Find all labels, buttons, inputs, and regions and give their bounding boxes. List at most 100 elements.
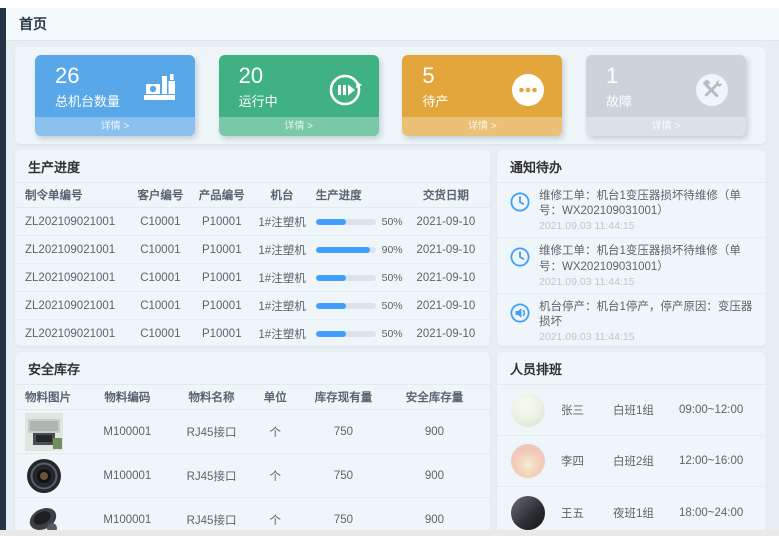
progress-bar xyxy=(316,275,376,281)
delivery-date: 2021-09-10 xyxy=(412,300,480,312)
product-no: P10001 xyxy=(191,272,252,284)
product-no: P10001 xyxy=(191,300,252,312)
production-row: ZL202109021001 C10001 P10001 1#注塑机 90% 2… xyxy=(15,236,490,264)
notification-time: 2021.09.03 11:44:15 xyxy=(539,276,756,288)
shift-name: 白班2组 xyxy=(613,453,679,469)
stat-card-content: 20 运行中 xyxy=(219,55,379,113)
stat-card-running[interactable]: 20 运行中 详情 > xyxy=(219,55,379,136)
notification-body: 维修工单：机台1变压器损坏待维修（单号：WX202109031001） 2021… xyxy=(539,189,756,232)
stat-label: 故障 xyxy=(606,91,632,110)
horizontal-scrollbar[interactable] xyxy=(0,530,779,536)
rj45-connector-image xyxy=(25,413,84,451)
tools-icon xyxy=(694,72,730,113)
inventory-row: M100001 RJ45接口 个 750 900 xyxy=(15,454,490,498)
notification-text: 机台停产：机台1停产，停产原因：变压器损坏 xyxy=(539,300,756,330)
stat-card-total-machines[interactable]: 26 总机台数量 详情 > xyxy=(35,55,195,136)
production-row: ZL202109021001 C10001 P10001 1#注塑机 50% 2… xyxy=(15,320,490,346)
notification-time: 2021.09.03 11:44:15 xyxy=(539,220,756,232)
notification-text: 维修工单：机台1变压器损坏待维修（单号：WX202109031001） xyxy=(539,244,756,274)
stat-value: 1 xyxy=(606,64,632,88)
progress-percent: 50% xyxy=(382,216,403,228)
column-header: 生产进度 xyxy=(312,187,412,203)
stock-quantity: 750 xyxy=(298,426,389,438)
material-name: RJ45接口 xyxy=(171,512,253,528)
machine-name: 1#注塑机 xyxy=(252,242,311,258)
stats-panel: 26 总机台数量 详情 > xyxy=(15,47,766,144)
detail-link[interactable]: 详情 > xyxy=(35,117,195,136)
customer-no: C10001 xyxy=(130,300,191,312)
shift-name: 白班1组 xyxy=(613,402,679,418)
notification-body: 机台停产：机台1停产，停产原因：变压器损坏 2021.09.03 11:44:1… xyxy=(539,300,756,343)
stat-card-content: 26 总机台数量 xyxy=(35,55,195,110)
column-header: 物料图片 xyxy=(25,389,84,405)
employee-name: 李四 xyxy=(561,453,613,469)
stat-card-fault[interactable]: 1 故障 详情 > xyxy=(586,55,746,136)
progress-bar xyxy=(316,247,376,253)
progress-bar xyxy=(316,331,376,337)
progress-cell: 50% xyxy=(312,216,412,228)
column-header: 安全库存量 xyxy=(389,389,480,405)
progress-percent: 90% xyxy=(382,244,403,256)
notifications-panel: 通知待办 维修工单：机台1变压器损坏待维修（单号：WX202109031001）… xyxy=(497,150,766,346)
notification-time: 2021.09.03 11:44:15 xyxy=(539,331,756,343)
machine-name: 1#注塑机 xyxy=(252,214,311,230)
machine-icon xyxy=(143,72,179,110)
product-no: P10001 xyxy=(191,328,252,340)
top-strip xyxy=(0,0,779,8)
product-no: P10001 xyxy=(191,244,252,256)
stock-quantity: 750 xyxy=(298,470,389,482)
stat-card-content: 5 待产 xyxy=(402,55,562,113)
column-header: 物料编码 xyxy=(84,389,170,405)
detail-link[interactable]: 详情 > xyxy=(402,117,562,136)
detail-link[interactable]: 详情 > xyxy=(219,117,379,136)
notification-item[interactable]: 维修工单：机台1变压器损坏待维修（单号：WX202109031001） 2021… xyxy=(497,238,766,293)
customer-no: C10001 xyxy=(130,272,191,284)
customer-no: C10001 xyxy=(130,328,191,340)
speaker-front-image xyxy=(25,457,84,495)
stat-label: 运行中 xyxy=(239,91,278,110)
material-code: M100001 xyxy=(84,514,170,526)
delivery-date: 2021-09-10 xyxy=(412,328,480,340)
employee-name: 王五 xyxy=(561,505,613,521)
page-header: 首页 xyxy=(6,8,779,41)
shift-time: 09:00~12:00 xyxy=(679,404,752,416)
order-no: ZL202109021001 xyxy=(25,328,130,340)
notification-item[interactable]: 机台停产：机台1停产，停产原因：变压器损坏 2021.09.03 11:44:1… xyxy=(497,294,766,346)
progress-percent: 50% xyxy=(382,272,403,284)
notification-item[interactable]: 维修工单：机台1变压器损坏待维修（单号：WX202109031001） 2021… xyxy=(497,183,766,238)
shift-time: 12:00~16:00 xyxy=(679,455,752,467)
inventory-row: M100001 RJ45接口 个 750 900 xyxy=(15,410,490,454)
shift-name: 夜班1组 xyxy=(613,505,679,521)
material-unit: 个 xyxy=(252,512,298,528)
employee-name: 张三 xyxy=(561,402,613,418)
schedule-row: 张三 白班1组 09:00~12:00 xyxy=(497,385,766,436)
ellipsis-icon xyxy=(510,72,546,113)
material-unit: 个 xyxy=(252,468,298,484)
page-title: 首页 xyxy=(19,14,47,34)
column-header: 物料名称 xyxy=(171,389,253,405)
speaker-icon xyxy=(509,302,533,343)
stat-card-pending[interactable]: 5 待产 详情 > xyxy=(402,55,562,136)
material-unit: 个 xyxy=(252,424,298,440)
stat-value: 20 xyxy=(239,64,278,88)
content-area: 26 总机台数量 详情 > xyxy=(6,41,779,536)
safety-quantity: 900 xyxy=(389,426,480,438)
material-code: M100001 xyxy=(84,470,170,482)
safety-quantity: 900 xyxy=(389,514,480,526)
detail-link[interactable]: 详情 > xyxy=(586,117,746,136)
panel-title: 安全库存 xyxy=(15,352,490,385)
avatar xyxy=(511,393,545,427)
column-header: 产品编号 xyxy=(191,187,252,203)
progress-bar xyxy=(316,303,376,309)
shift-time: 18:00~24:00 xyxy=(679,507,752,519)
progress-cell: 50% xyxy=(312,300,412,312)
customer-no: C10001 xyxy=(130,216,191,228)
stat-label: 总机台数量 xyxy=(55,91,120,110)
machine-name: 1#注塑机 xyxy=(252,298,311,314)
progress-percent: 50% xyxy=(382,300,403,312)
delivery-date: 2021-09-10 xyxy=(412,244,480,256)
order-no: ZL202109021001 xyxy=(25,272,130,284)
avatar xyxy=(511,444,545,478)
production-row: ZL202109021001 C10001 P10001 1#注塑机 50% 2… xyxy=(15,264,490,292)
stat-value: 5 xyxy=(422,64,448,88)
